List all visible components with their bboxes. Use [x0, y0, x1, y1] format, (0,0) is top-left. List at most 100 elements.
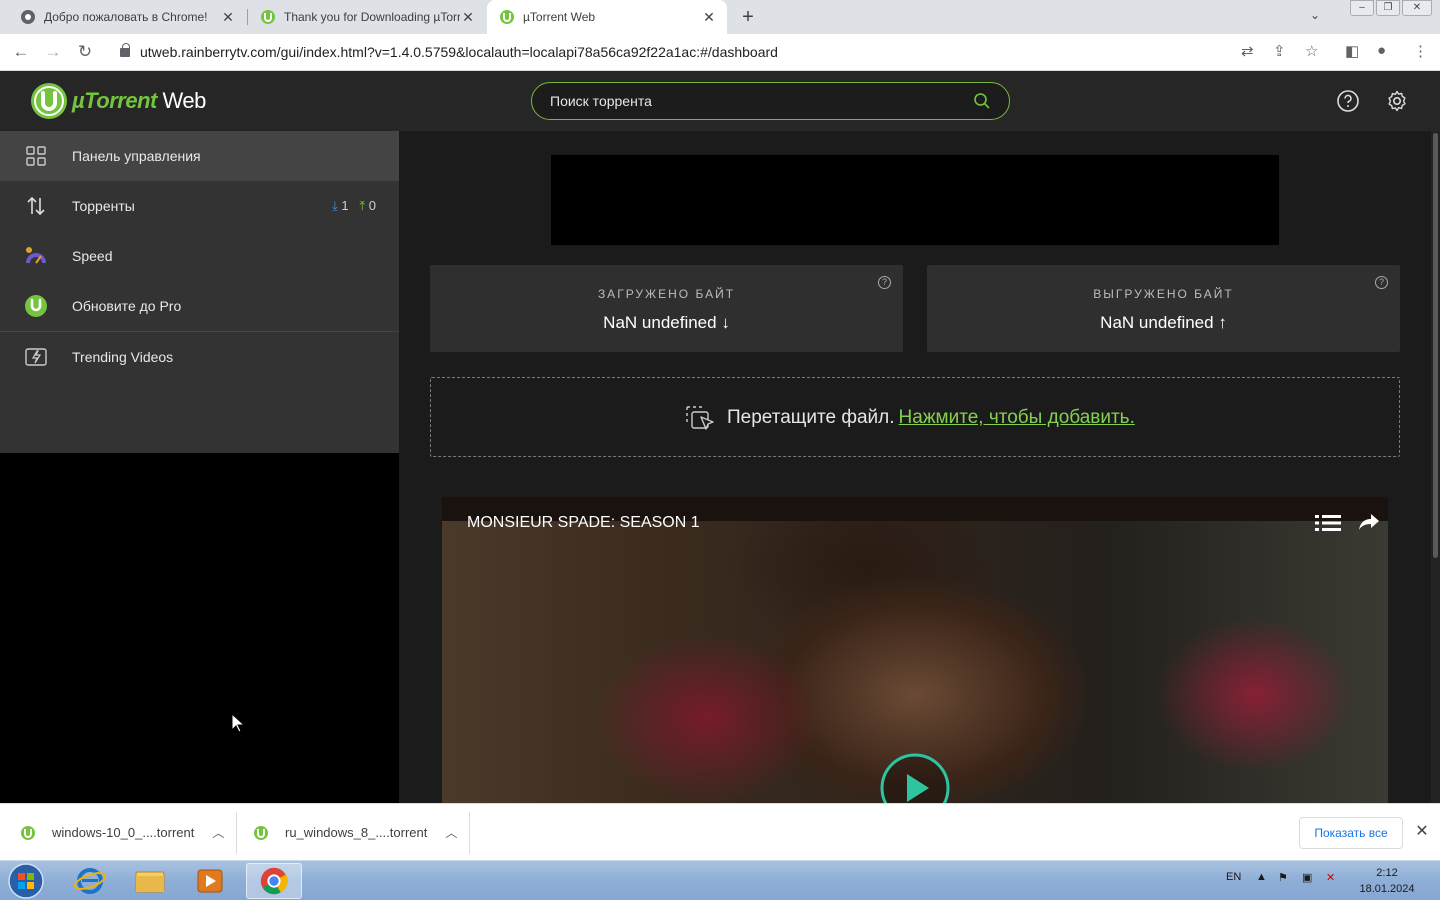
dashboard-grid-icon — [26, 146, 46, 166]
download-filename: ru_windows_8_....torrent — [285, 825, 428, 840]
arrow-up-icon: ↑ — [1218, 313, 1227, 332]
download-item[interactable]: ru_windows_8_....torrent ︿ — [253, 804, 457, 861]
profile-avatar-icon[interactable]: ● — [1377, 42, 1386, 59]
main-scrollbar[interactable] — [1431, 131, 1440, 803]
download-count-icon: ⤓ — [331, 198, 338, 213]
sidebar-item-upgrade-pro[interactable]: Обновите до Pro — [0, 281, 400, 331]
play-button-icon[interactable] — [879, 752, 951, 803]
download-filename: windows-10_0_....torrent — [52, 825, 195, 840]
chrome-menu-icon[interactable]: ⋮ — [1413, 42, 1428, 60]
sidebar-item-label: Trending Videos — [72, 349, 174, 365]
media-player-icon[interactable] — [182, 863, 238, 899]
dashboard-main: ? ЗАГРУЖЕНО БАЙТ NaN undefined ↓ ? ВЫГРУ… — [401, 131, 1440, 803]
help-icon[interactable] — [1336, 89, 1360, 113]
action-center-flag-icon[interactable]: ⚑ — [1278, 871, 1288, 884]
utorrent-logo-icon — [31, 83, 67, 119]
new-tab-button[interactable]: + — [738, 6, 758, 28]
show-all-downloads-button[interactable]: Показать все — [1299, 817, 1403, 849]
uploaded-bytes-card: ? ВЫГРУЖЕНО БАЙТ NaN undefined ↑ — [927, 265, 1400, 352]
browser-tab-thank-you[interactable]: Thank you for Downloading µTorrent ✕ — [248, 0, 486, 34]
chevron-up-icon[interactable]: ︿ — [212, 824, 224, 841]
sidebar-item-trending-videos[interactable]: Trending Videos — [0, 332, 400, 382]
trending-video-icon — [25, 348, 47, 366]
playlist-icon[interactable] — [1315, 514, 1341, 532]
windows-start-button-icon[interactable] — [6, 862, 46, 900]
sidebar-item-dashboard[interactable]: Панель управления — [0, 131, 400, 181]
drop-zone-text: Перетащите файл. Нажмите, чтобы добавить. — [727, 407, 1135, 428]
up-down-arrows-icon — [27, 196, 45, 216]
back-arrow-icon[interactable]: ← — [10, 41, 32, 63]
video-title: MONSIEUR SPADE: SEASON 1 — [467, 514, 700, 531]
restore-button[interactable]: ❐ — [1376, 0, 1400, 16]
tab-title: Добро пожаловать в Chrome! — [44, 10, 208, 24]
chrome-favicon-icon — [21, 10, 35, 24]
download-separator — [469, 812, 470, 854]
speedometer-icon — [26, 247, 46, 264]
logo-wordmark: µTorrent Web — [72, 88, 206, 113]
close-window-button[interactable]: ✕ — [1402, 0, 1432, 16]
side-panel-icon[interactable]: ◧ — [1345, 42, 1359, 60]
downloaded-value: NaN undefined ↓ — [603, 313, 730, 332]
utorrent-favicon-icon — [500, 10, 514, 24]
utorrent-file-icon — [21, 825, 35, 840]
network-icon[interactable]: ▣ — [1302, 871, 1312, 884]
utorrent-favicon-icon — [261, 10, 275, 24]
browser-tab-utorrent-web[interactable]: µTorrent Web ✕ — [487, 0, 727, 34]
tab-close-icon[interactable]: ✕ — [220, 9, 236, 26]
translate-icon[interactable]: ⇄ — [1241, 42, 1254, 60]
uploaded-label: ВЫГРУЖЕНО БАЙТ — [1093, 287, 1234, 301]
sidebar-item-speed[interactable]: Speed — [0, 231, 400, 281]
uploaded-value: NaN undefined ↑ — [1100, 313, 1227, 332]
torrent-search-input[interactable]: Поиск торрента — [531, 82, 1010, 120]
share-arrow-icon[interactable] — [1358, 513, 1380, 531]
share-icon[interactable]: ⇪ — [1273, 42, 1286, 60]
tab-search-chevron-icon[interactable]: ⌄ — [1310, 8, 1320, 22]
tab-title: Thank you for Downloading µTorrent — [284, 10, 460, 24]
utorrent-logo[interactable]: µTorrent Web — [30, 82, 206, 120]
upload-count-icon: ⤒ — [359, 198, 366, 213]
sidebar-item-torrents[interactable]: Торренты ⤓ 1 ⤒ 0 — [0, 181, 400, 231]
sidebar: Панель управления Торренты ⤓ 1 ⤒ 0 Speed… — [0, 131, 400, 453]
add-file-link[interactable]: Нажмите, чтобы добавить. — [899, 407, 1135, 428]
chevron-up-icon[interactable]: ︿ — [445, 824, 457, 841]
file-explorer-icon[interactable] — [122, 863, 178, 899]
windows-taskbar: EN ▲ ⚑ ▣ ✕ 2:12 18.01.2024 — [0, 860, 1440, 900]
settings-gear-icon[interactable] — [1385, 89, 1409, 113]
volume-muted-icon[interactable]: ✕ — [1326, 871, 1335, 884]
drag-file-icon — [686, 406, 714, 430]
close-icon[interactable]: ✕ — [1414, 822, 1430, 842]
search-icon[interactable] — [973, 92, 991, 110]
download-count: 1 — [341, 198, 349, 213]
scrollbar-thumb[interactable] — [1433, 133, 1438, 558]
tray-expand-icon[interactable]: ▲ — [1256, 871, 1267, 883]
minimize-button[interactable]: – — [1350, 0, 1374, 16]
language-indicator[interactable]: EN — [1226, 871, 1241, 883]
file-drop-zone[interactable]: Перетащите файл. Нажмите, чтобы добавить. — [430, 377, 1400, 457]
clock-time: 2:12 — [1376, 867, 1398, 879]
lock-icon[interactable] — [120, 43, 130, 57]
torrent-counts: ⤓ 1 ⤒ 0 — [332, 198, 376, 214]
address-bar[interactable]: utweb.rainberrytv.com/gui/index.html?v=1… — [120, 40, 1334, 65]
sidebar-item-label: Speed — [72, 248, 113, 264]
browser-tab-chrome-welcome[interactable]: Добро пожаловать в Chrome! ✕ — [8, 0, 246, 34]
arrow-down-icon: ↓ — [721, 313, 730, 332]
forward-arrow-icon[interactable]: → — [42, 41, 64, 63]
bookmark-star-icon[interactable]: ☆ — [1305, 42, 1318, 60]
ad-banner[interactable] — [551, 155, 1279, 245]
video-player[interactable]: MONSIEUR SPADE: SEASON 1 — [442, 497, 1388, 803]
window-controls: – ❐ ✕ — [1348, 0, 1432, 18]
tab-title: µTorrent Web — [523, 10, 596, 24]
tab-close-icon[interactable]: ✕ — [460, 9, 476, 26]
internet-explorer-icon[interactable] — [62, 863, 118, 899]
clock-date: 18.01.2024 — [1359, 883, 1415, 895]
system-clock[interactable]: 2:12 18.01.2024 — [1356, 865, 1418, 897]
download-item[interactable]: windows-10_0_....torrent ︿ — [20, 804, 224, 861]
url-text: utweb.rainberrytv.com/gui/index.html?v=1… — [140, 44, 778, 60]
utorrent-pro-icon — [25, 295, 47, 317]
app-header: µTorrent Web Поиск торрента — [0, 71, 1440, 131]
tab-close-icon[interactable]: ✕ — [701, 9, 717, 26]
sidebar-item-label: Панель управления — [72, 148, 201, 164]
chrome-taskbar-icon[interactable] — [246, 863, 302, 899]
downloaded-label: ЗАГРУЖЕНО БАЙТ — [597, 287, 736, 301]
reload-icon[interactable]: ↻ — [74, 41, 96, 63]
